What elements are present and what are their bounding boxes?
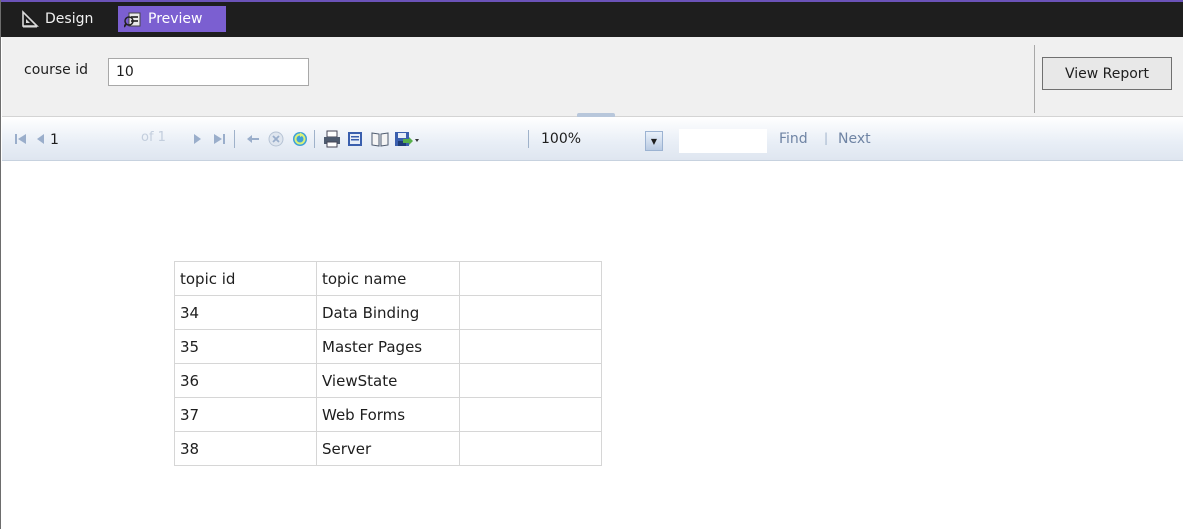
topic-id-cell: 37 (174, 397, 317, 432)
first-page-icon[interactable] (14, 130, 28, 148)
last-page-icon[interactable] (212, 130, 226, 148)
topic-name-cell: Web Forms (316, 397, 460, 432)
course-id-label: course id (24, 62, 89, 78)
tab-preview-label: Preview (148, 11, 203, 27)
topic-id-cell: 38 (174, 431, 317, 466)
course-id-input[interactable] (108, 58, 309, 86)
topic-id-cell: 34 (174, 295, 317, 330)
empty-cell (459, 329, 602, 364)
topic-name-cell: Server (316, 431, 460, 466)
header-topic-name: topic name (316, 261, 460, 296)
report-body: topic id topic name 34 Data Binding 35 M… (2, 161, 1183, 529)
empty-cell (459, 397, 602, 432)
topic-id-cell: 36 (174, 363, 317, 398)
find-separator: | (824, 131, 829, 145)
parameter-divider (1034, 45, 1035, 113)
find-link[interactable]: Find (779, 131, 808, 147)
design-ruler-icon (21, 10, 39, 28)
tab-preview[interactable]: Preview (118, 6, 226, 32)
report-toolbar: of 1 100% ▼ Fin (2, 117, 1183, 161)
previous-page-icon[interactable] (34, 130, 46, 148)
header-empty (459, 261, 602, 296)
topic-id-cell: 35 (174, 329, 317, 364)
toolbar-separator (314, 130, 315, 148)
find-next-link[interactable]: Next (838, 131, 871, 147)
page-setup-icon[interactable] (370, 130, 390, 148)
toolbar-separator (234, 130, 235, 148)
find-text-input[interactable] (679, 129, 767, 153)
toolbar-separator (528, 130, 529, 148)
parameter-panel: course id View Report (2, 37, 1183, 118)
table-row: 37 Web Forms (174, 397, 602, 432)
table-row: 38 Server (174, 431, 602, 466)
table-row: 36 ViewState (174, 363, 602, 398)
current-page-input[interactable] (50, 129, 86, 151)
view-report-button[interactable]: View Report (1042, 57, 1172, 90)
print-icon[interactable] (322, 130, 342, 148)
topic-name-cell: ViewState (316, 363, 460, 398)
topics-table: topic id topic name 34 Data Binding 35 M… (174, 261, 602, 466)
page-count-label: of 1 (141, 130, 166, 145)
empty-cell (459, 431, 602, 466)
tab-design-label: Design (45, 11, 94, 27)
tab-design[interactable]: Design (15, 6, 115, 32)
empty-cell (459, 363, 602, 398)
export-save-icon[interactable] (394, 130, 420, 148)
topic-name-cell: Master Pages (316, 329, 460, 364)
topic-name-cell: Data Binding (316, 295, 460, 330)
print-layout-icon[interactable] (346, 130, 364, 148)
table-row: 34 Data Binding (174, 295, 602, 330)
preview-report-icon (123, 10, 142, 28)
header-topic-id: topic id (174, 261, 317, 296)
report-viewer-frame: Design Preview course id View Report of … (0, 0, 1183, 529)
table-row: 35 Master Pages (174, 329, 602, 364)
refresh-icon[interactable] (292, 130, 308, 148)
stop-icon[interactable] (268, 130, 284, 148)
tab-strip: Design Preview (1, 0, 1183, 37)
back-icon[interactable] (246, 130, 260, 148)
zoom-dropdown-arrow-icon[interactable]: ▼ (645, 131, 663, 151)
empty-cell (459, 295, 602, 330)
next-page-icon[interactable] (192, 130, 204, 148)
table-header-row: topic id topic name (174, 261, 602, 296)
